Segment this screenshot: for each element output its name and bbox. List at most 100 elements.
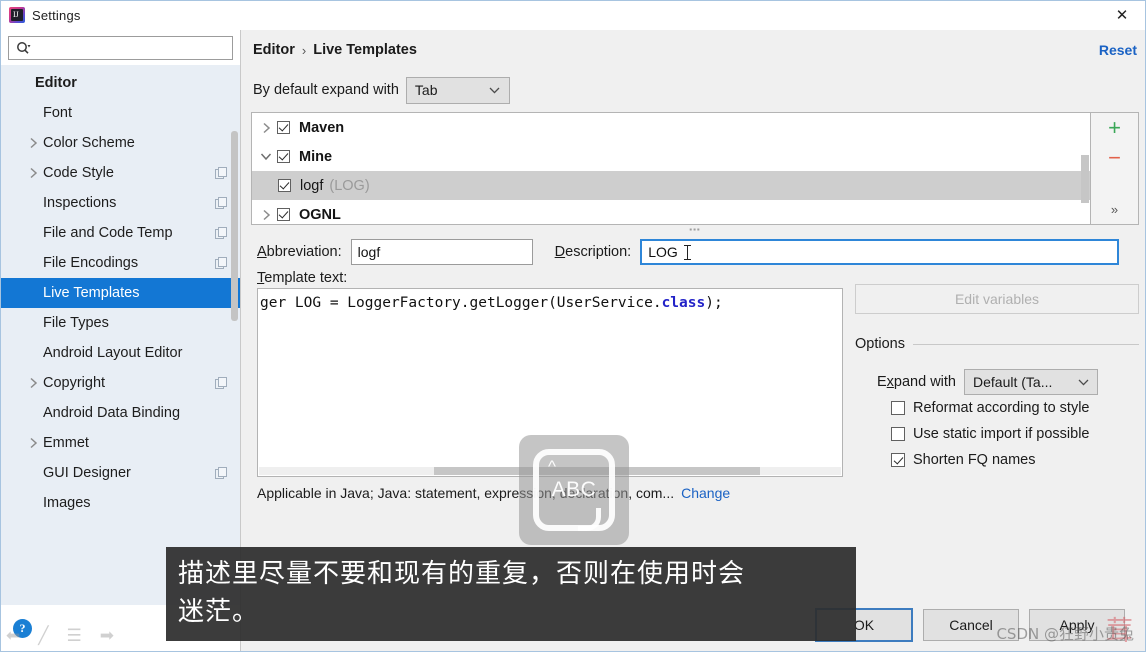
search-box[interactable]	[8, 36, 233, 60]
template-enabled-checkbox[interactable]	[277, 208, 290, 221]
applicable-text: Applicable in Java; Java: statement, exp…	[257, 485, 675, 501]
sidebar-item-emmet[interactable]: Emmet	[1, 428, 240, 458]
sidebar-item-editor[interactable]: Editor	[1, 68, 240, 98]
back-arrow-icon[interactable]: ⬅	[6, 626, 20, 646]
live-templates-list[interactable]: Maven Mine logf (LOG) OGNL	[251, 112, 1091, 225]
expand-with-label: Expand with	[877, 374, 956, 390]
template-enabled-checkbox[interactable]	[277, 150, 290, 163]
sidebar-item-live-templates[interactable]: Live Templates	[1, 278, 240, 308]
default-expand-value: Tab	[414, 82, 438, 98]
template-name: Maven	[299, 119, 345, 136]
sidebar-item-code-style[interactable]: Code Style	[1, 158, 240, 188]
breadcrumb-parent[interactable]: Editor	[253, 42, 295, 58]
options-column: Edit variables Options Expand with Defau…	[843, 270, 1139, 599]
template-list-row[interactable]: Maven	[252, 113, 1090, 142]
template-text-hscrollbar[interactable]	[259, 467, 841, 475]
description-value: LOG	[648, 244, 678, 260]
chevron-right-icon[interactable]	[23, 377, 43, 389]
copy-settings-icon	[215, 166, 228, 180]
intellij-idea-icon: IJ	[9, 7, 25, 23]
chevron-right-icon[interactable]	[23, 437, 43, 449]
sidebar-item-images[interactable]: Images	[1, 488, 240, 518]
chevron-right-icon[interactable]	[23, 137, 43, 149]
change-context-link[interactable]: Change	[681, 485, 730, 501]
watermark-text: CSDN @狂野小贵兔	[996, 625, 1134, 643]
template-name: Mine	[299, 148, 333, 165]
chevron-right-icon[interactable]	[255, 209, 277, 221]
sidebar-item-label: Images	[43, 495, 91, 511]
option-label: Use static import if possible	[913, 426, 1090, 442]
sidebar-scrollbar[interactable]	[231, 131, 238, 321]
template-enabled-checkbox[interactable]	[278, 179, 291, 192]
option-checkbox-row[interactable]: Reformat according to style	[855, 395, 1139, 421]
breadcrumb-row: Editor › Live Templates Reset	[249, 30, 1139, 70]
pencil-icon[interactable]: ╱	[38, 626, 48, 646]
template-text-editor[interactable]: ger LOG = LoggerFactory.getLogger(UserSe…	[257, 288, 843, 477]
list-toolbar: + − »	[1091, 112, 1139, 225]
splitter-grip[interactable]: ▪▪▪	[251, 225, 1139, 234]
option-checkbox[interactable]	[891, 453, 905, 467]
subtitle-line-2: 迷茫。	[178, 597, 260, 627]
template-text-label: Template text:	[257, 270, 348, 286]
reset-link[interactable]: Reset	[1099, 42, 1137, 58]
template-enabled-checkbox[interactable]	[277, 121, 290, 134]
search-area	[1, 30, 240, 65]
template-list-row[interactable]: logf (LOG)	[252, 171, 1090, 200]
sidebar-item-label: Font	[43, 105, 73, 121]
sidebar-item-gui-designer[interactable]: GUI Designer	[1, 458, 240, 488]
sidebar-item-label: GUI Designer	[43, 465, 131, 481]
list-icon[interactable]: ☰	[67, 626, 82, 646]
sidebar-item-font[interactable]: Font	[1, 98, 240, 128]
remove-template-button[interactable]: −	[1092, 143, 1138, 173]
options-section-header: Options	[855, 336, 1139, 352]
options-checkbox-group: Reformat according to style Use static im…	[855, 395, 1139, 473]
sidebar-item-color-scheme[interactable]: Color Scheme	[1, 128, 240, 158]
settings-tree: Editor Font Color Scheme Code Style Inspecti…	[1, 65, 240, 605]
option-checkbox[interactable]	[891, 401, 905, 415]
sidebar-item-file-types[interactable]: File Types	[1, 308, 240, 338]
close-icon[interactable]: ✕	[1099, 1, 1145, 29]
sidebar-item-label: Emmet	[43, 435, 89, 451]
template-list-row[interactable]: Mine	[252, 142, 1090, 171]
forward-arrow-icon[interactable]: ➡	[100, 626, 114, 646]
subtitle-overlay: 描述里尽量不要和现有的重复，否则在使用时会 迷茫。	[166, 547, 856, 641]
description-label: Description:	[554, 244, 632, 260]
sidebar-item-inspections[interactable]: Inspections	[1, 188, 240, 218]
more-actions-button[interactable]: »	[1092, 194, 1138, 224]
sidebar-item-file-and-code-temp[interactable]: File and Code Temp	[1, 218, 240, 248]
edit-variables-button[interactable]: Edit variables	[855, 284, 1139, 314]
sidebar-item-android-layout-editor[interactable]: Android Layout Editor	[1, 338, 240, 368]
chevron-down-icon[interactable]	[255, 152, 277, 161]
option-checkbox-row[interactable]: Use static import if possible	[855, 421, 1139, 447]
expand-with-select[interactable]: Default (Ta...	[964, 369, 1098, 395]
search-input[interactable]	[35, 39, 232, 57]
list-scrollbar[interactable]	[1081, 155, 1089, 203]
sidebar-item-label: Live Templates	[43, 285, 140, 301]
sidebar-item-label: Code Style	[43, 165, 114, 181]
option-checkbox[interactable]	[891, 427, 905, 441]
abbreviation-row: Abbreviation: logf Description: LOG	[249, 234, 1139, 270]
template-name: OGNL	[299, 206, 341, 223]
code-keyword: class	[661, 295, 706, 311]
description-input[interactable]: LOG	[640, 239, 1119, 265]
copy-settings-icon	[215, 376, 228, 390]
taskbar-icons: ⬅ ╱ ☰ ➡	[6, 626, 114, 646]
window-title: Settings	[32, 7, 81, 23]
sidebar-item-android-data-binding[interactable]: Android Data Binding	[1, 398, 240, 428]
options-divider	[912, 343, 1139, 345]
abbreviation-input[interactable]: logf	[350, 239, 533, 265]
sidebar-item-label: Inspections	[43, 195, 117, 211]
template-list-row[interactable]: OGNL	[252, 200, 1090, 224]
sidebar-item-label: Android Layout Editor	[43, 345, 183, 361]
sidebar-item-copyright[interactable]: Copyright	[1, 368, 240, 398]
option-checkbox-row[interactable]: Shorten FQ names	[855, 447, 1139, 473]
sidebar-item-file-encodings[interactable]: File Encodings	[1, 248, 240, 278]
chevron-right-icon[interactable]	[23, 167, 43, 179]
expand-with-value: Default (Ta...	[973, 374, 1053, 390]
sidebar-item-label: Android Data Binding	[43, 405, 181, 421]
chevron-down-icon	[487, 87, 503, 94]
add-template-button[interactable]: +	[1092, 113, 1138, 143]
chevron-right-icon[interactable]	[255, 122, 277, 134]
default-expand-select[interactable]: Tab	[405, 76, 510, 104]
subtitle-line-1: 描述里尽量不要和现有的重复，否则在使用时会	[178, 559, 746, 589]
